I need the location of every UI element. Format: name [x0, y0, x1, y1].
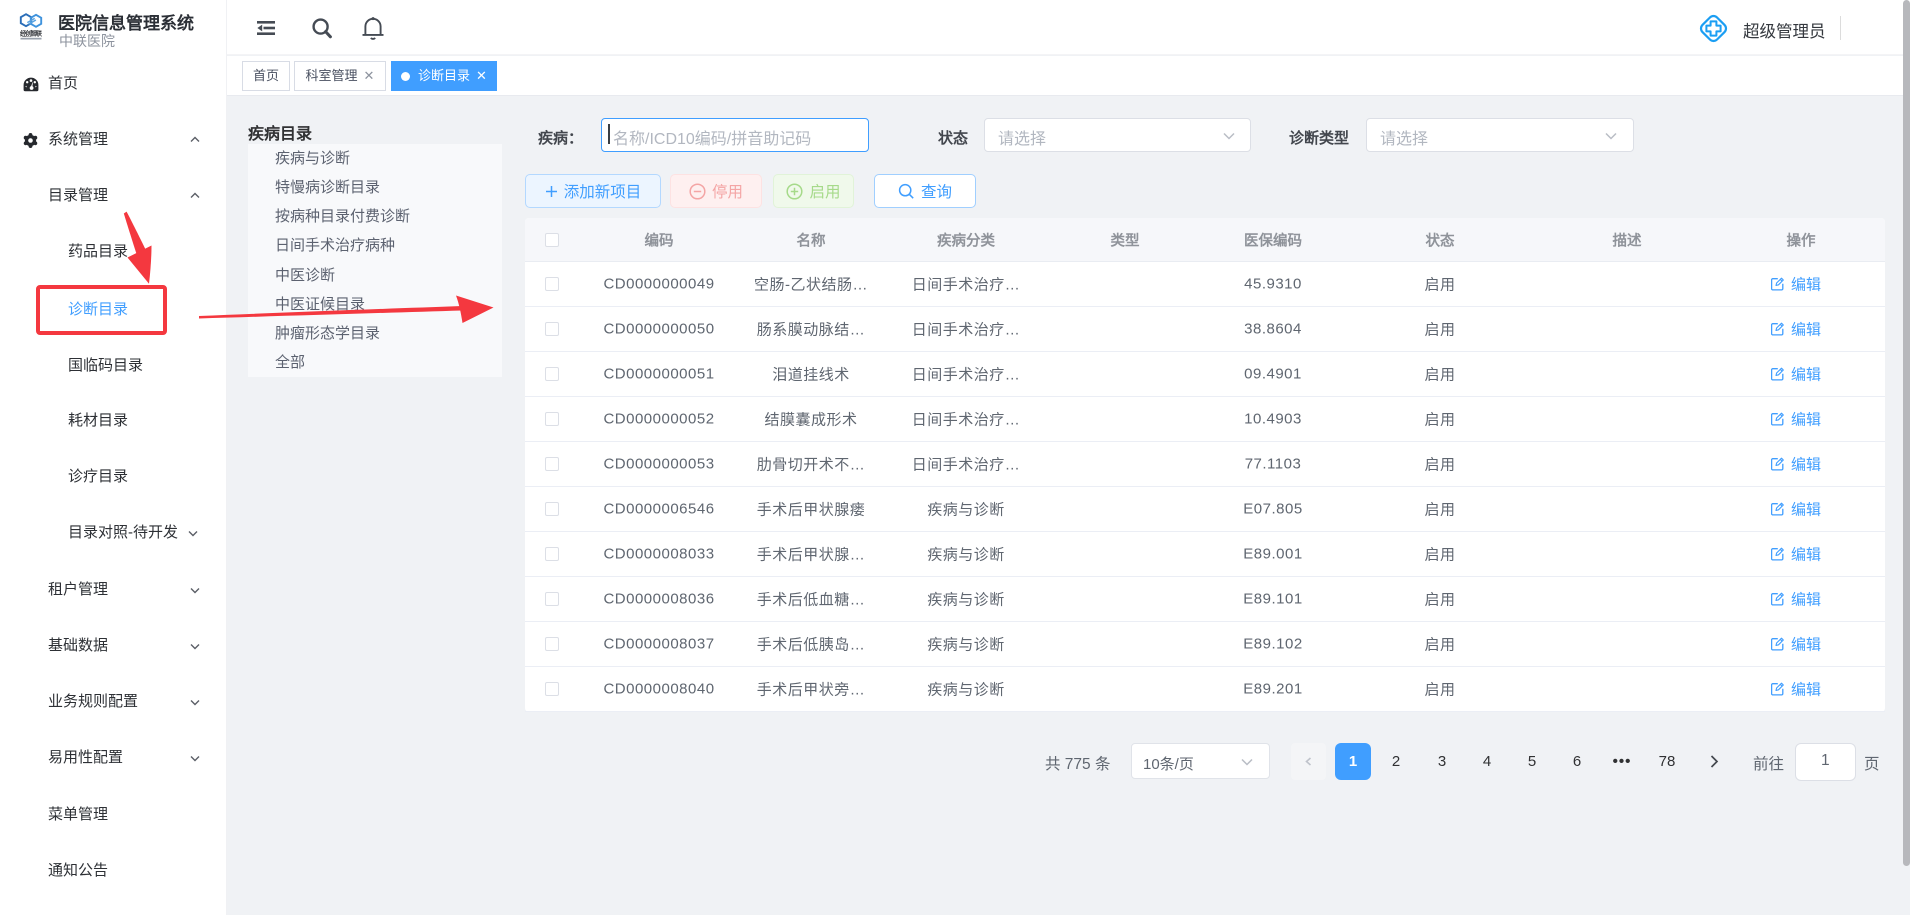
- svg-text:经创智联: 经创智联: [20, 29, 43, 38]
